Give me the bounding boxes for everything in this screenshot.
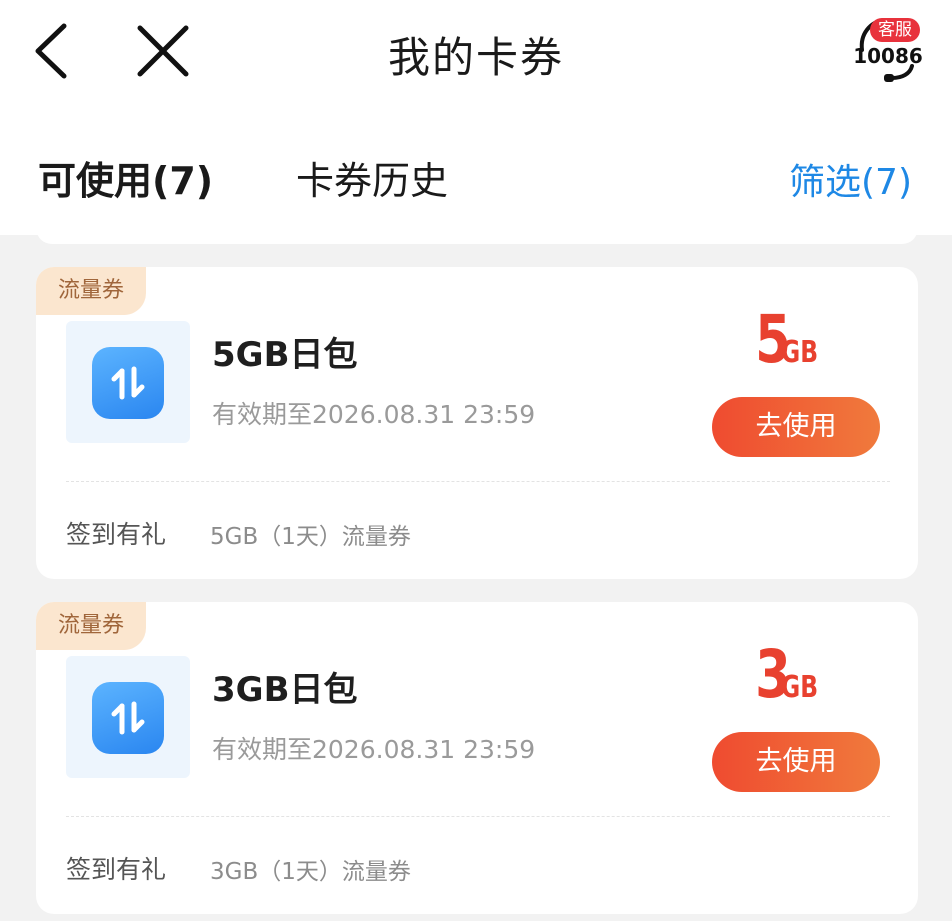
- service-number: 10086: [853, 44, 923, 68]
- coupon-expiry: 有效期至2026.08.31 23:59: [212, 400, 536, 429]
- data-traffic-icon: [92, 682, 164, 754]
- service-badge: 客服: [870, 18, 920, 42]
- coupon-icon-box: [66, 321, 190, 443]
- coupon-type-tag: 流量券: [36, 602, 146, 650]
- coupon-expiry: 有效期至2026.08.31 23:59: [212, 735, 536, 764]
- coupon-title: 5GB日包: [212, 335, 358, 375]
- coupon-icon-box: [66, 656, 190, 778]
- card-divider: [66, 481, 890, 482]
- use-coupon-button[interactable]: 去使用: [712, 397, 880, 457]
- coupon-amount-unit: GB: [780, 670, 818, 705]
- card-divider: [66, 816, 890, 817]
- coupon-card: 流量券 3GB日包 有效期至2026.08.31 23:59 3GB 去使用 签…: [36, 602, 918, 914]
- coupon-card-partial: [36, 224, 918, 244]
- coupon-type-tag: 流量券: [36, 267, 146, 315]
- page-title: 我的卡券: [387, 33, 564, 82]
- tab-bar: 可使用(7) 卡券历史 筛选(7): [0, 105, 952, 235]
- tab-history[interactable]: 卡券历史: [296, 150, 448, 205]
- filter-button[interactable]: 筛选(7): [789, 153, 912, 205]
- coupon-source: 签到有礼: [66, 855, 167, 884]
- coupon-title: 3GB日包: [212, 670, 358, 710]
- use-coupon-button[interactable]: 去使用: [712, 732, 880, 792]
- data-traffic-icon: [92, 347, 164, 419]
- coupon-source: 签到有礼: [66, 520, 167, 549]
- coupon-amount: 3GB: [745, 642, 828, 708]
- coupon-description: 3GB（1天）流量券: [210, 859, 411, 885]
- tab-available[interactable]: 可使用(7): [38, 150, 213, 205]
- coupon-card: 流量券 5GB日包 有效期至2026.08.31 23:59 5GB 去使用 签…: [36, 267, 918, 579]
- coupon-description: 5GB（1天）流量券: [210, 524, 411, 550]
- coupon-amount-unit: GB: [780, 335, 818, 370]
- coupon-amount: 5GB: [745, 307, 828, 373]
- top-bar: 我的卡券 客服 10086: [0, 0, 952, 105]
- customer-service-button[interactable]: 客服 10086: [848, 16, 928, 86]
